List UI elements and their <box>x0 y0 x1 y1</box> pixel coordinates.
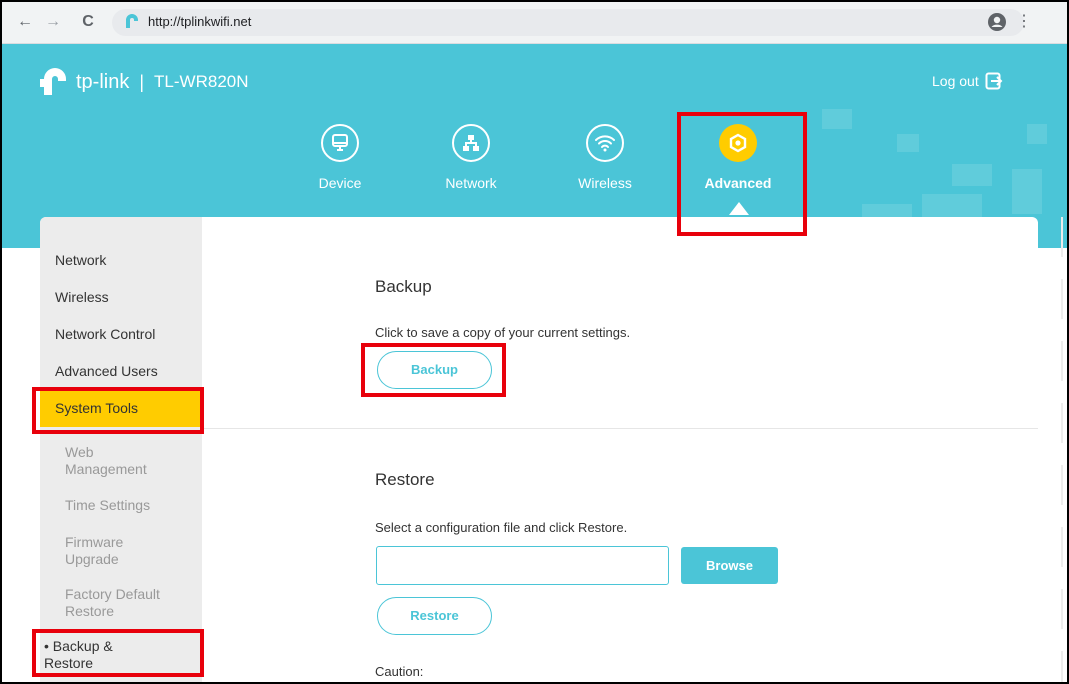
logout-button[interactable]: Log out <box>932 72 1003 90</box>
browser-toolbar: ← → C http://tplinkwifi.net ⋮ <box>2 2 1067 44</box>
restore-button[interactable]: Restore <box>377 597 492 635</box>
sidebar-item-wireless[interactable]: Wireless <box>55 289 109 305</box>
sidebar-item-network[interactable]: Network <box>55 252 106 268</box>
sidebar-subitem-time-settings[interactable]: Time Settings <box>65 497 175 514</box>
tab-device[interactable]: Device <box>285 124 395 191</box>
url-text: http://tplinkwifi.net <box>148 14 252 29</box>
backup-title: Backup <box>375 277 432 296</box>
decor-block <box>1027 124 1047 144</box>
tab-network[interactable]: Network <box>416 124 526 191</box>
backup-description: Click to save a copy of your current set… <box>375 325 631 340</box>
decor-block <box>822 109 852 129</box>
highlight-box-backup-button <box>361 343 506 397</box>
highlight-box-backup-restore <box>32 629 204 677</box>
browser-menu-icon[interactable]: ⋮ <box>1014 11 1034 33</box>
restore-description: Select a configuration file and click Re… <box>375 520 628 535</box>
restore-title: Restore <box>375 470 435 489</box>
model-name: TL-WR820N <box>154 72 249 91</box>
wifi-icon <box>586 124 624 162</box>
tab-network-label: Network <box>445 175 497 191</box>
profile-icon[interactable] <box>987 12 1007 32</box>
caution-label: Caution: <box>375 664 424 679</box>
tab-wireless-label: Wireless <box>578 175 632 191</box>
config-file-input[interactable] <box>376 546 669 585</box>
monitor-icon <box>321 124 359 162</box>
sidebar-subitem-web-management[interactable]: Web Management <box>65 444 175 478</box>
tab-wireless[interactable]: Wireless <box>550 124 660 191</box>
sidebar-item-advanced-users[interactable]: Advanced Users <box>55 363 158 379</box>
back-button[interactable]: ← <box>14 11 36 33</box>
logout-icon <box>985 72 1003 90</box>
reload-button[interactable]: C <box>77 11 99 33</box>
highlight-box-system-tools <box>32 387 204 434</box>
screenshot-frame: ← → C http://tplinkwifi.net ⋮ tp-link | … <box>0 0 1069 684</box>
highlight-box-advanced-tab <box>677 112 807 236</box>
section-divider <box>202 428 1038 429</box>
logout-label: Log out <box>932 73 979 89</box>
forward-button[interactable]: → <box>42 11 64 33</box>
decor-block <box>952 164 992 186</box>
site-icon <box>126 14 138 28</box>
browse-button[interactable]: Browse <box>681 547 778 584</box>
brand-name: tp-link <box>76 70 130 93</box>
tplink-logo-icon <box>40 68 66 95</box>
decor-block <box>1012 169 1042 214</box>
logo: tp-link | TL-WR820N <box>40 66 249 98</box>
scrollbar[interactable] <box>1058 217 1067 684</box>
network-icon <box>452 124 490 162</box>
sidebar-subitem-firmware-upgrade[interactable]: Firmware Upgrade <box>65 534 155 568</box>
sidebar-item-network-control[interactable]: Network Control <box>55 326 155 342</box>
logo-separator: | <box>139 71 145 92</box>
tab-device-label: Device <box>318 175 362 191</box>
decor-block <box>897 134 919 152</box>
sidebar-subitem-factory-default-restore[interactable]: Factory Default Restore <box>65 586 175 620</box>
